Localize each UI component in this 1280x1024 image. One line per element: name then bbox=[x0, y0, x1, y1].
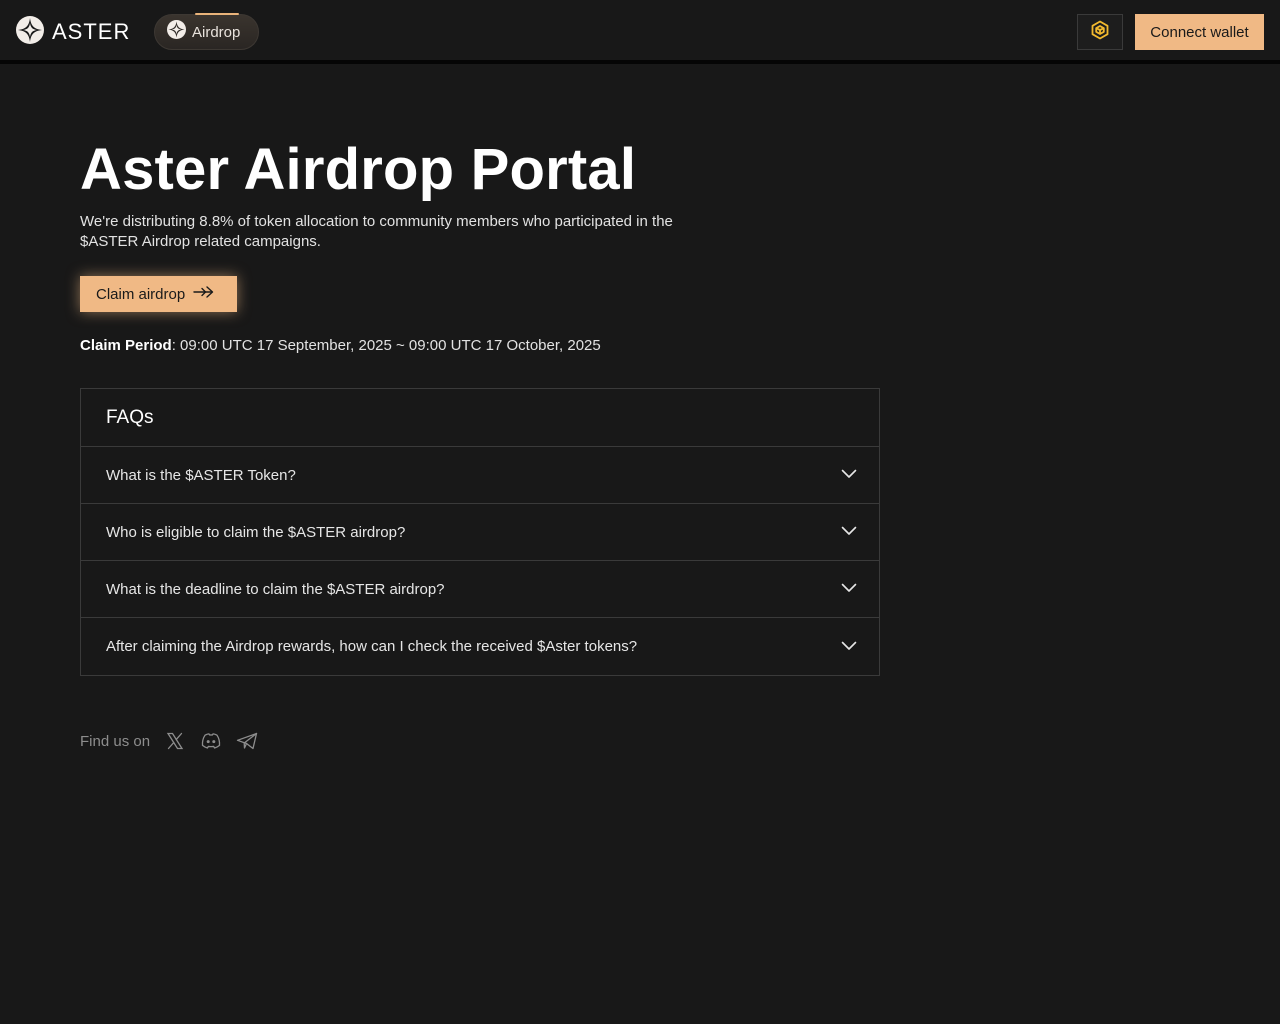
faq-question: What is the $ASTER Token? bbox=[106, 466, 296, 484]
airdrop-logo-icon bbox=[167, 20, 186, 44]
faq-question: What is the deadline to claim the $ASTER… bbox=[106, 580, 445, 598]
nav-tab-airdrop-label: Airdrop bbox=[192, 23, 241, 41]
arrow-right-icon bbox=[193, 285, 215, 303]
network-switch-button[interactable] bbox=[1077, 14, 1123, 50]
page-title: Aster Airdrop Portal bbox=[80, 137, 637, 202]
social-links: Find us on bbox=[80, 728, 272, 754]
claim-period-value: : 09:00 UTC 17 September, 2025 ~ 09:00 U… bbox=[171, 337, 601, 354]
faq-question: Who is eligible to claim the $ASTER aird… bbox=[106, 523, 406, 541]
telegram-icon[interactable] bbox=[236, 730, 258, 752]
faq-item[interactable]: What is the deadline to claim the $ASTER… bbox=[81, 561, 879, 618]
claim-airdrop-label: Claim airdrop bbox=[96, 285, 186, 303]
chevron-down-icon bbox=[841, 580, 857, 598]
claim-airdrop-button[interactable]: Claim airdrop bbox=[80, 276, 237, 312]
nav-tab-airdrop[interactable]: Airdrop bbox=[154, 13, 259, 50]
chevron-down-icon bbox=[841, 638, 857, 656]
faq-question: After claiming the Airdrop rewards, how … bbox=[106, 638, 638, 655]
faq-item[interactable]: What is the $ASTER Token? bbox=[81, 447, 879, 504]
top-navigation-bar: ASTER Airdrop Connect wallet bbox=[0, 0, 1280, 64]
brand-name: ASTER bbox=[52, 19, 131, 44]
bnb-chain-icon bbox=[1090, 20, 1110, 45]
aster-logo-icon bbox=[16, 15, 44, 49]
faq-item[interactable]: After claiming the Airdrop rewards, how … bbox=[81, 618, 879, 675]
brand-logo-link[interactable]: ASTER bbox=[16, 15, 131, 49]
hero-description: We're distributing 8.8% of token allocat… bbox=[80, 213, 673, 250]
connect-wallet-button[interactable]: Connect wallet bbox=[1135, 14, 1264, 50]
claim-period-label: Claim Period bbox=[80, 337, 172, 354]
discord-icon[interactable] bbox=[200, 730, 222, 752]
chevron-down-icon bbox=[841, 466, 857, 484]
find-us-label: Find us on bbox=[80, 732, 151, 750]
faq-item[interactable]: Who is eligible to claim the $ASTER aird… bbox=[81, 504, 879, 561]
claim-period: Claim Period: 09:00 UTC 17 September, 20… bbox=[80, 337, 601, 354]
x-icon[interactable] bbox=[164, 730, 186, 752]
faq-panel: FAQs What is the $ASTER Token? Who is el… bbox=[80, 388, 880, 676]
faq-title: FAQs bbox=[81, 389, 879, 447]
chevron-down-icon bbox=[841, 523, 857, 541]
